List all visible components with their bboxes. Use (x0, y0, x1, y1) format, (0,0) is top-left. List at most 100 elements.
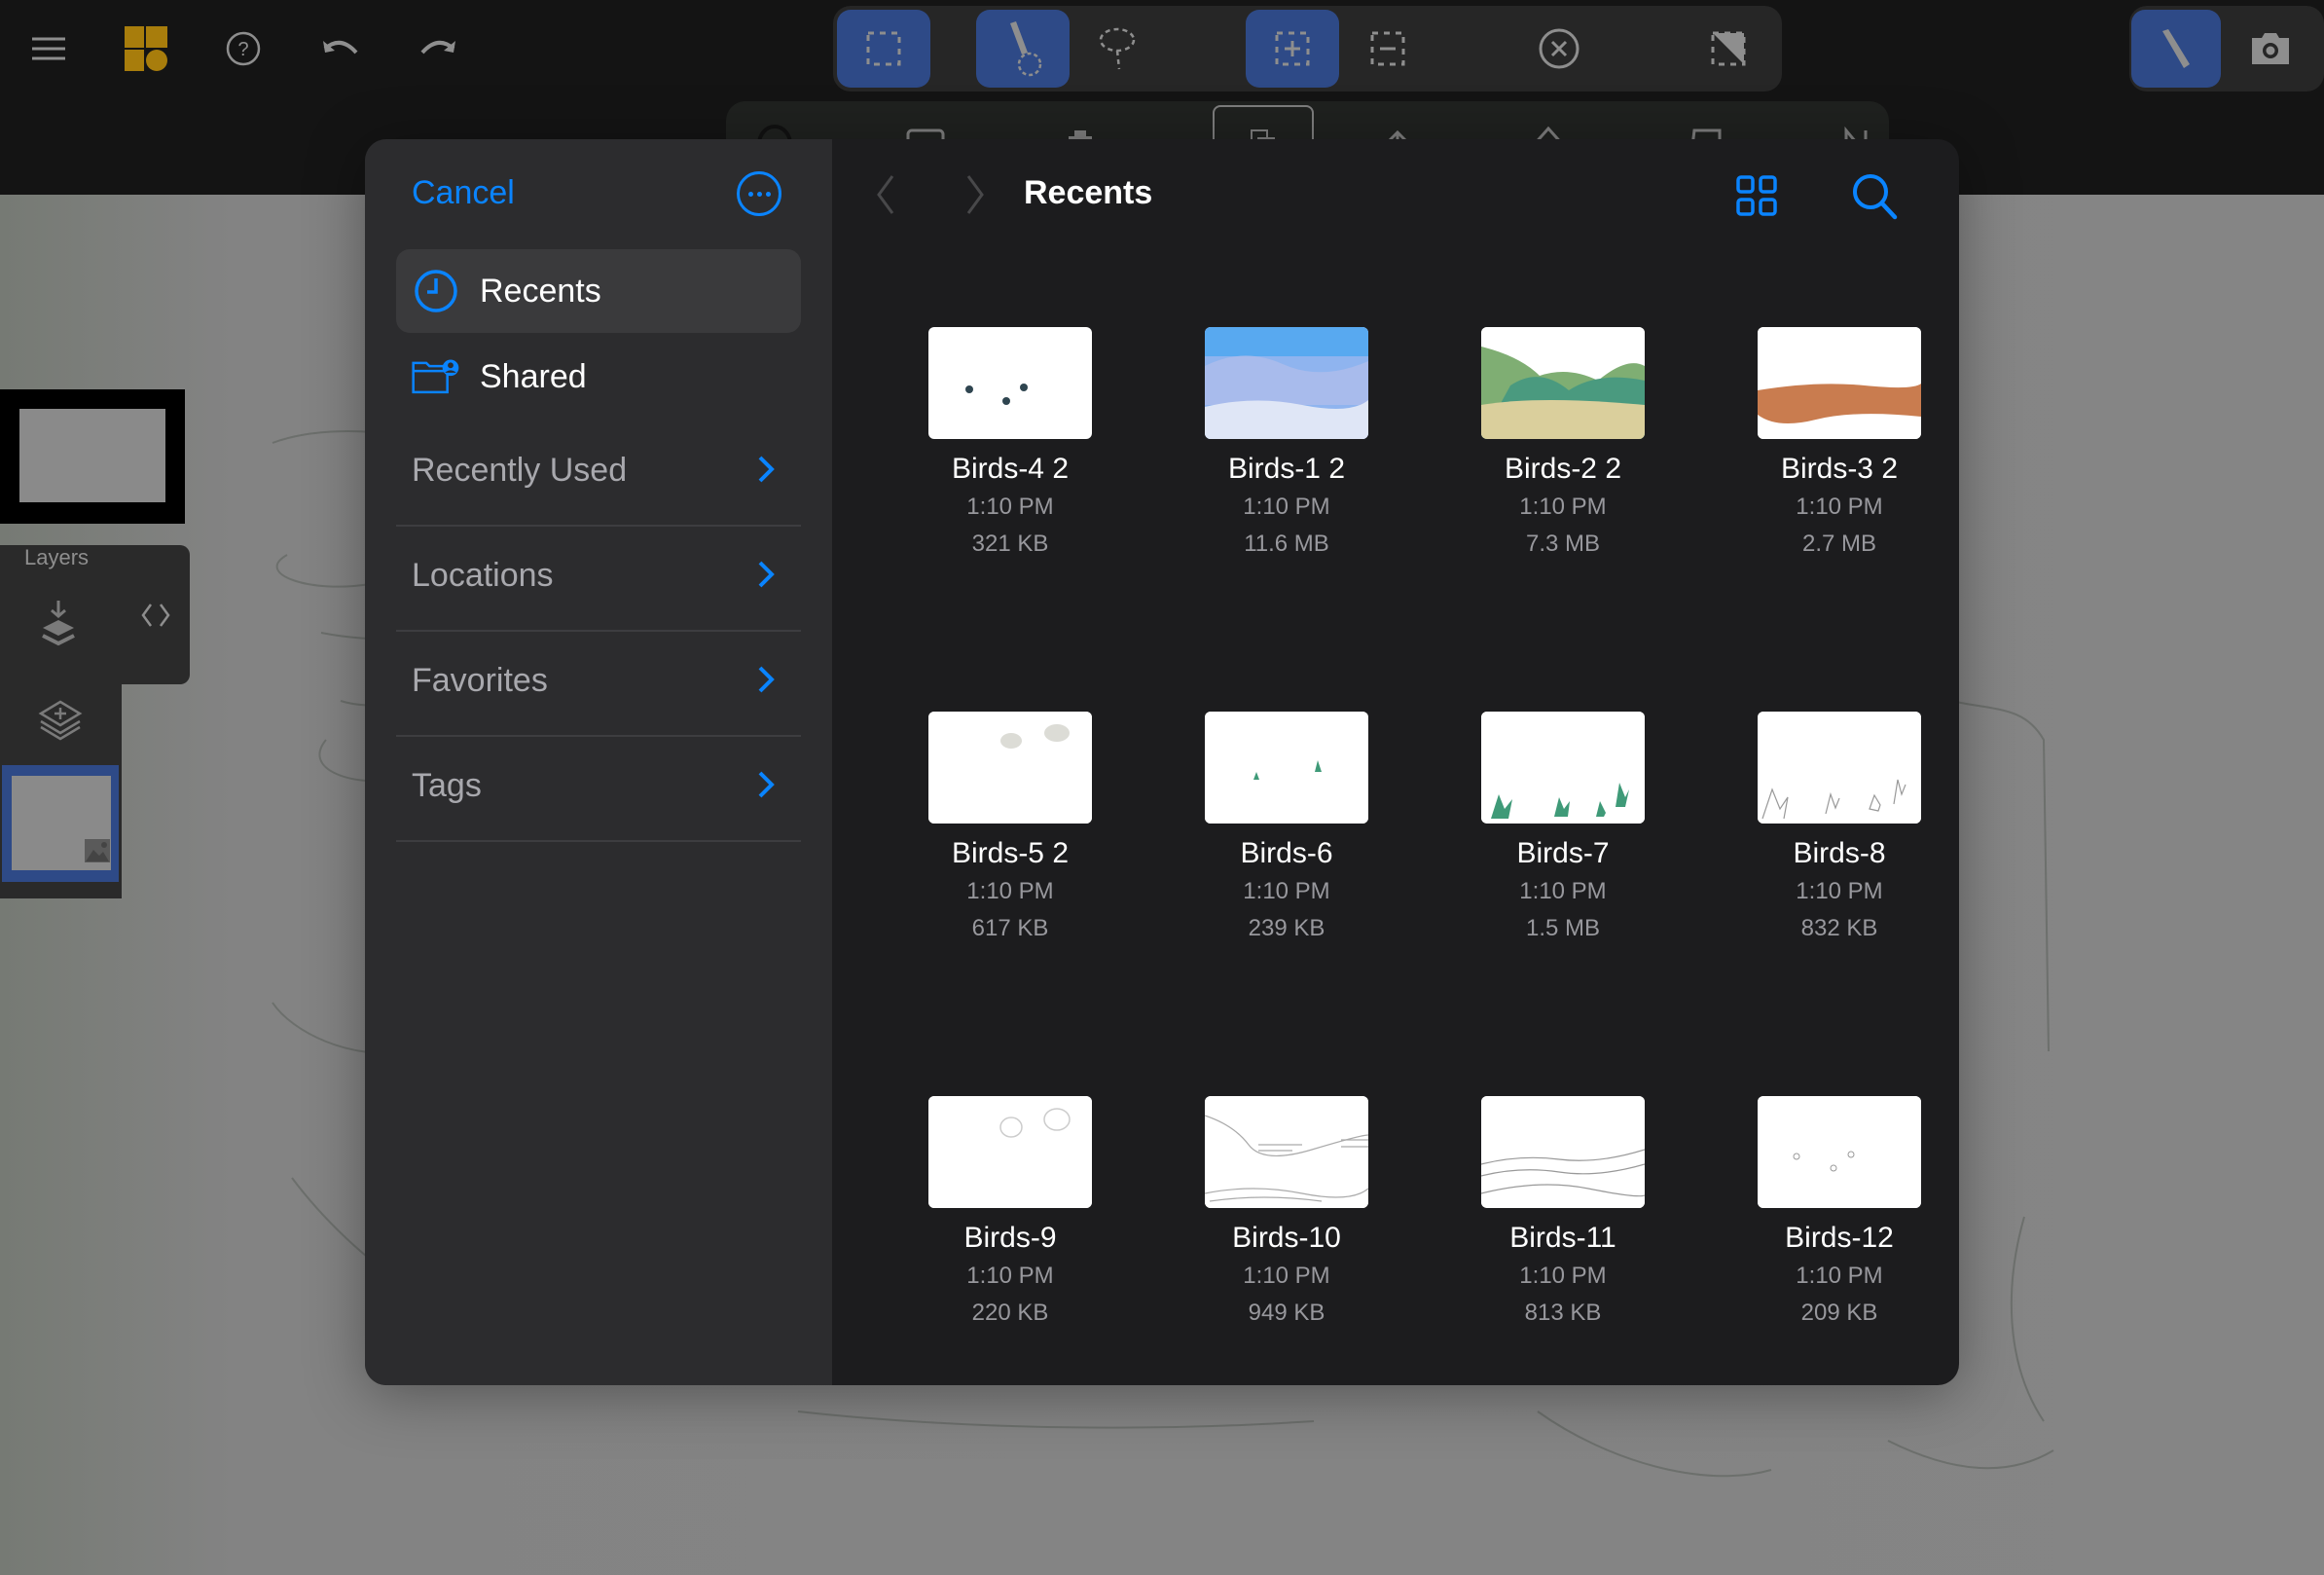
chevron-right-icon (758, 771, 775, 798)
file-size: 220 KB (971, 1300, 1049, 1326)
grid-view-button[interactable] (1735, 174, 1778, 217)
sidebar-section-recently-used[interactable]: Recently Used (396, 421, 801, 527)
clear-selection-icon (1539, 28, 1580, 69)
file-name: Birds-5 2 (951, 837, 1070, 869)
rectangle-select-icon (866, 31, 901, 66)
file-size: 209 KB (1800, 1300, 1878, 1326)
section-label: Favorites (412, 662, 548, 699)
subtract-selection-button[interactable] (1341, 10, 1434, 88)
svg-text:?: ? (237, 39, 248, 60)
file-time: 1:10 PM (1796, 494, 1883, 520)
file-size: 813 KB (1524, 1300, 1602, 1326)
file-thumbnail[interactable] (1205, 327, 1368, 439)
layer-thumbnail-selected[interactable] (2, 765, 119, 882)
merge-down-icon[interactable] (39, 599, 78, 652)
file-thumbnail[interactable] (1758, 1096, 1921, 1208)
file-item[interactable]: Birds-3 2 1:10 PM 2.7 MB (1727, 327, 1951, 558)
file-item[interactable]: Birds-4 2 1:10 PM 321 KB (898, 327, 1122, 558)
sidebar-section-locations[interactable]: Locations (396, 526, 801, 632)
app-logo-icon[interactable] (123, 25, 169, 72)
file-name: Birds-8 (1793, 837, 1886, 869)
file-size: 2.7 MB (1801, 531, 1877, 557)
file-thumbnail[interactable] (1758, 327, 1921, 439)
file-item[interactable]: Birds-9 1:10 PM 220 KB (898, 1096, 1122, 1327)
file-picker-dialog: Cancel Recents Shared Recently Used Loca… (365, 139, 1959, 1385)
forward-button[interactable] (961, 170, 990, 219)
paint-mode-button[interactable] (2131, 10, 2221, 88)
file-thumbnail[interactable] (1481, 1096, 1645, 1208)
file-thumbnail[interactable] (1758, 712, 1921, 824)
sidebar-item-shared[interactable]: Shared (396, 335, 801, 419)
file-time: 1:10 PM (1243, 878, 1330, 904)
file-picker-sidebar: Cancel Recents Shared Recently Used Loca… (365, 139, 832, 1385)
sidebar-item-recents[interactable]: Recents (396, 249, 801, 333)
camera-button[interactable] (2227, 10, 2314, 88)
file-size: 949 KB (1248, 1300, 1325, 1326)
sidebar-item-label: Shared (480, 357, 587, 395)
file-item[interactable]: Birds-6 1:10 PM 239 KB (1175, 712, 1398, 942)
undo-icon[interactable] (319, 31, 362, 66)
sidebar-section-tags[interactable]: Tags (396, 736, 801, 842)
file-time: 1:10 PM (966, 878, 1054, 904)
file-name: Birds-7 (1516, 837, 1610, 869)
file-time: 1:10 PM (966, 1263, 1054, 1289)
file-name: Birds-3 2 (1780, 453, 1899, 485)
canvas-navigator-thumbnail[interactable] (0, 389, 185, 524)
file-thumbnail[interactable] (928, 327, 1092, 439)
sidebar-section-favorites[interactable]: Favorites (396, 631, 801, 737)
invert-selection-button[interactable] (1682, 10, 1775, 88)
file-time: 1:10 PM (1519, 494, 1607, 520)
file-item[interactable]: Birds-8 1:10 PM 832 KB (1727, 712, 1951, 942)
file-name: Birds-11 (1509, 1222, 1616, 1254)
chevron-right-icon (758, 666, 775, 693)
file-name: Birds-1 2 (1227, 453, 1346, 485)
file-thumbnail[interactable] (1205, 712, 1368, 824)
file-time: 1:10 PM (1796, 878, 1883, 904)
file-size: 617 KB (971, 915, 1049, 941)
file-thumbnail[interactable] (1481, 327, 1645, 439)
file-item[interactable]: Birds-12 1:10 PM 209 KB (1727, 1096, 1951, 1327)
file-name: Birds-2 2 (1504, 453, 1622, 485)
section-label: Tags (412, 767, 482, 804)
menu-icon[interactable] (27, 29, 70, 68)
back-button[interactable] (871, 170, 900, 219)
file-name: Birds-10 (1232, 1222, 1341, 1254)
file-thumbnail[interactable] (1481, 712, 1645, 824)
file-item[interactable]: Birds-2 2 1:10 PM 7.3 MB (1451, 327, 1675, 558)
search-button[interactable] (1851, 172, 1898, 221)
file-size: 321 KB (971, 531, 1049, 557)
redo-icon[interactable] (417, 31, 459, 66)
ellipsis-icon (747, 191, 753, 197)
file-size: 832 KB (1800, 915, 1878, 941)
brush-icon (2162, 29, 2190, 68)
file-size: 1.5 MB (1525, 915, 1601, 941)
chevron-right-icon (758, 561, 775, 588)
file-thumbnail[interactable] (928, 1096, 1092, 1208)
subtract-selection-icon (1370, 31, 1405, 66)
help-icon[interactable]: ? (224, 29, 263, 68)
file-item[interactable]: Birds-5 2 1:10 PM 617 KB (898, 712, 1122, 942)
cancel-button[interactable]: Cancel (412, 174, 515, 212)
file-item[interactable]: Birds-10 1:10 PM 949 KB (1175, 1096, 1398, 1327)
brush-select-button[interactable] (976, 10, 1070, 88)
file-item[interactable]: Birds-1 2 1:10 PM 11.6 MB (1175, 327, 1398, 558)
file-time: 1:10 PM (1519, 878, 1607, 904)
file-time: 1:10 PM (1796, 1263, 1883, 1289)
file-time: 1:10 PM (1243, 494, 1330, 520)
expand-panel-icon[interactable] (139, 599, 172, 637)
file-size: 11.6 MB (1244, 531, 1329, 557)
file-size: 239 KB (1248, 915, 1325, 941)
more-options-button[interactable] (737, 171, 781, 216)
file-name: Birds-4 2 (951, 453, 1070, 485)
page-title: Recents (1024, 174, 1153, 211)
lasso-select-button[interactable] (1071, 10, 1164, 88)
file-item[interactable]: Birds-11 1:10 PM 813 KB (1451, 1096, 1675, 1327)
file-thumbnail[interactable] (928, 712, 1092, 824)
file-thumbnail[interactable] (1205, 1096, 1368, 1208)
add-selection-button[interactable] (1246, 10, 1339, 88)
clear-selection-button[interactable] (1512, 10, 1606, 88)
clock-icon (412, 267, 460, 315)
rectangle-select-button[interactable] (837, 10, 930, 88)
add-layer-icon[interactable] (37, 696, 84, 748)
file-item[interactable]: Birds-7 1:10 PM 1.5 MB (1451, 712, 1675, 942)
